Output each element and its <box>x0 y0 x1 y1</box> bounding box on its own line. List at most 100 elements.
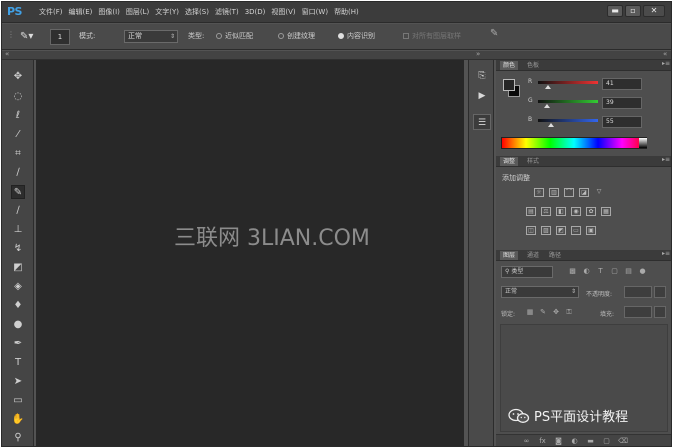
tab-paths[interactable]: 路径 <box>546 251 564 260</box>
menu-filter[interactable]: 滤镜(T) <box>212 7 242 17</box>
link-layers-icon[interactable]: ∞ <box>522 437 531 446</box>
pixel-filter-icon[interactable]: ▩ <box>568 267 577 276</box>
mode-select[interactable]: 正常 ⇕ <box>124 30 178 43</box>
blue-slider-thumb[interactable] <box>547 123 554 127</box>
history-panel-icon[interactable]: ⎘ <box>473 68 491 84</box>
tab-color[interactable]: 颜色 <box>500 61 519 70</box>
add-mask-icon[interactable]: ◙ <box>554 437 563 446</box>
lock-position-icon[interactable]: ✥ <box>552 308 560 316</box>
menu-edit[interactable]: 编辑(E) <box>66 7 96 17</box>
history-brush-tool-icon[interactable]: ↯ <box>11 242 25 256</box>
type-option-proximity-match[interactable]: 近似匹配 <box>216 31 253 41</box>
quick-selection-tool-icon[interactable]: ⁄ <box>11 128 25 142</box>
restore-button[interactable]: ▫ <box>625 5 641 17</box>
menu-help[interactable]: 帮助(H) <box>331 7 362 17</box>
tab-channels[interactable]: 通道 <box>524 251 542 260</box>
exposure-icon[interactable]: ◪ <box>579 188 589 197</box>
layer-style-icon[interactable]: fx <box>538 437 547 446</box>
shape-filter-icon[interactable]: ▢ <box>610 267 619 276</box>
selective-color-icon[interactable]: ▣ <box>586 226 596 235</box>
red-slider-track[interactable] <box>538 81 598 84</box>
lock-all-icon[interactable]: ⚿ <box>565 308 573 316</box>
menu-select[interactable]: 选择(S) <box>182 7 212 17</box>
threshold-icon[interactable]: ◩ <box>556 226 566 235</box>
brush-tool-icon[interactable]: ∕ <box>11 204 25 218</box>
hue-saturation-icon[interactable]: ▤ <box>526 207 536 216</box>
hand-tool-icon[interactable]: ✋ <box>11 413 25 427</box>
green-value-field[interactable]: 39 <box>602 97 642 109</box>
levels-icon[interactable]: ▥ <box>549 188 559 197</box>
sample-all-layers-checkbox[interactable]: 对所有图层取样 <box>403 31 461 41</box>
lock-pixels-icon[interactable]: ✎ <box>539 308 547 316</box>
black-white-icon[interactable]: ◧ <box>556 207 566 216</box>
eyedropper-tool-icon[interactable]: ∕ <box>11 166 25 180</box>
dodge-tool-icon[interactable]: ● <box>11 318 25 332</box>
type-filter-icon[interactable]: T <box>596 267 605 276</box>
delete-layer-icon[interactable]: ⌫ <box>618 437 628 446</box>
menu-layer[interactable]: 图层(L) <box>123 7 152 17</box>
posterize-icon[interactable]: ▨ <box>541 226 551 235</box>
color-balance-icon[interactable]: ⚖ <box>541 207 551 216</box>
color-lookup-icon[interactable]: ▦ <box>601 207 611 216</box>
tab-adjustments[interactable]: 调整 <box>500 157 519 166</box>
fill-dropdown[interactable] <box>654 306 666 318</box>
spot-healing-brush-tool-icon[interactable]: ✎ <box>11 185 25 199</box>
menu-file[interactable]: 文件(F) <box>36 7 66 17</box>
eraser-tool-icon[interactable]: ◩ <box>11 261 25 275</box>
menu-window[interactable]: 窗口(W) <box>299 7 331 17</box>
close-button[interactable]: ✕ <box>643 5 665 17</box>
green-slider-track[interactable] <box>538 100 598 103</box>
vibrance-icon[interactable]: ▽ <box>594 188 604 197</box>
marquee-tool-icon[interactable]: ◌ <box>11 90 25 104</box>
collapse-dock-icon[interactable]: » <box>476 50 480 58</box>
move-tool-icon[interactable]: ✥ <box>11 70 25 84</box>
panel-menu-icon[interactable]: ▸≡ <box>662 60 670 67</box>
red-value-field[interactable]: 41 <box>602 78 642 90</box>
type-option-content-aware[interactable]: 内容识别 <box>338 31 375 41</box>
pen-tool-icon[interactable]: ✒ <box>11 337 25 351</box>
clone-stamp-tool-icon[interactable]: ⊥ <box>11 223 25 237</box>
menu-type[interactable]: 文字(Y) <box>152 7 182 17</box>
blue-value-field[interactable]: 55 <box>602 116 642 128</box>
curves-icon[interactable]: ⌒ <box>564 188 574 197</box>
layer-filter-select[interactable]: ⚲ 类型 <box>501 266 553 278</box>
spot-healing-brush-preset-icon[interactable]: ✎▾ <box>20 30 44 44</box>
green-slider-thumb[interactable] <box>544 104 551 108</box>
zoom-tool-icon[interactable]: ⚲ <box>11 431 25 445</box>
paint-bucket-tool-icon[interactable]: ◈ <box>11 280 25 294</box>
new-group-icon[interactable]: ▬ <box>586 437 595 446</box>
filter-toggle-icon[interactable]: ● <box>638 267 647 276</box>
panel-menu-icon[interactable]: ▸≡ <box>662 250 670 257</box>
fill-field[interactable] <box>624 306 652 318</box>
lasso-tool-icon[interactable]: ℓ <box>11 109 25 123</box>
gradient-map-icon[interactable]: ▭ <box>571 226 581 235</box>
brightness-contrast-icon[interactable]: ☼ <box>534 188 544 197</box>
new-layer-icon[interactable]: ▢ <box>602 437 611 446</box>
menu-image[interactable]: 图像(I) <box>95 7 123 17</box>
tab-layers[interactable]: 图层 <box>500 251 519 260</box>
type-tool-icon[interactable]: T <box>11 356 25 370</box>
menu-view[interactable]: 视图(V) <box>268 7 298 17</box>
color-spectrum-ramp[interactable] <box>501 137 647 149</box>
properties-panel-icon[interactable]: ☰ <box>473 114 491 130</box>
tab-swatches[interactable]: 色板 <box>524 61 542 70</box>
channel-mixer-icon[interactable]: ✿ <box>586 207 596 216</box>
new-adjustment-icon[interactable]: ◐ <box>570 437 579 446</box>
opacity-dropdown[interactable] <box>654 286 666 298</box>
smart-object-filter-icon[interactable]: ▤ <box>624 267 633 276</box>
red-slider-thumb[interactable] <box>544 85 551 89</box>
collapse-tools-icon[interactable]: « <box>5 50 9 58</box>
document-canvas[interactable]: 三联网 3LIAN.COM <box>36 60 464 446</box>
minimize-button[interactable]: ▬ <box>607 5 623 17</box>
panel-menu-icon[interactable]: ▸≡ <box>662 156 670 163</box>
blur-tool-icon[interactable]: ♦ <box>11 299 25 313</box>
brush-size-picker[interactable]: 1 <box>50 29 70 45</box>
pressure-icon[interactable]: ✎ <box>490 29 498 39</box>
path-selection-tool-icon[interactable]: ➤ <box>11 375 25 389</box>
collapse-panels-icon[interactable]: « <box>663 50 667 58</box>
photo-filter-icon[interactable]: ◉ <box>571 207 581 216</box>
lock-transparent-icon[interactable]: ▦ <box>526 308 534 316</box>
opacity-field[interactable] <box>624 286 652 298</box>
shape-tool-icon[interactable]: ▭ <box>11 394 25 408</box>
crop-tool-icon[interactable]: ⌗ <box>11 147 25 161</box>
